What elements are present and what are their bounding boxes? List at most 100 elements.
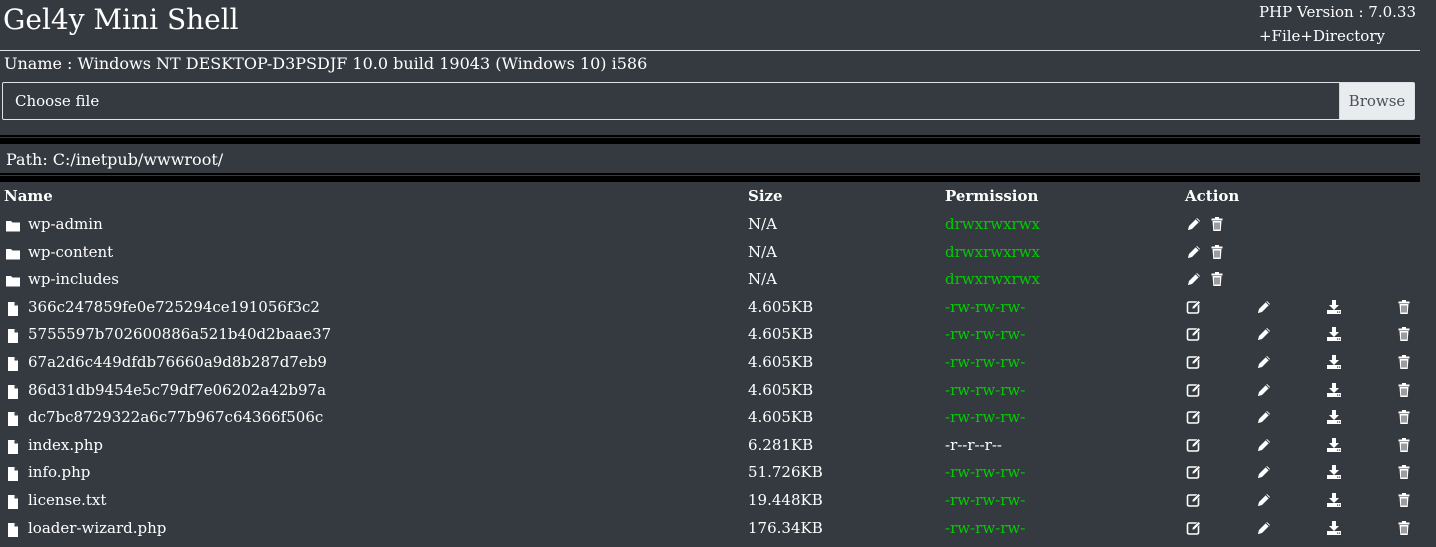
rename-icon[interactable]: [1186, 244, 1202, 260]
directory-link[interactable]: wp-admin: [28, 210, 103, 238]
delete-icon[interactable]: [1209, 271, 1225, 287]
rename-icon[interactable]: [1256, 409, 1272, 425]
rename-icon[interactable]: [1256, 520, 1272, 536]
download-icon[interactable]: [1326, 326, 1342, 342]
file-link[interactable]: 67a2d6c449dfdb76660a9d8b287d7eb9: [28, 348, 327, 376]
download-icon[interactable]: [1326, 492, 1342, 508]
header-name: Name: [4, 187, 53, 205]
file-link[interactable]: loader-wizard.php: [28, 514, 166, 542]
header-permission: Permission: [945, 187, 1039, 205]
delete-icon[interactable]: [1396, 409, 1412, 425]
edit-icon[interactable]: [1186, 464, 1202, 480]
rename-icon[interactable]: [1256, 464, 1272, 480]
uname-info: Uname : Windows NT DESKTOP-D3PSDJF 10.0 …: [4, 54, 648, 73]
rename-icon[interactable]: [1256, 299, 1272, 315]
size-cell: N/A: [748, 270, 778, 289]
directory-link[interactable]: wp-content: [28, 238, 113, 266]
edit-icon[interactable]: [1186, 409, 1202, 425]
delete-icon[interactable]: [1209, 244, 1225, 260]
size-cell: 4.605KB: [748, 297, 814, 316]
size-cell: N/A: [748, 215, 778, 233]
edit-icon[interactable]: [1186, 520, 1202, 536]
file-icon: [5, 491, 21, 509]
download-icon[interactable]: [1326, 299, 1342, 315]
size-cell: 176.34KB: [748, 518, 823, 537]
download-icon[interactable]: [1326, 437, 1342, 453]
file-link[interactable]: info.php: [28, 458, 90, 486]
permission-cell: -rw-rw-rw-: [945, 490, 1026, 509]
browse-button[interactable]: Browse: [1339, 83, 1414, 119]
header-meta: PHP Version : 7.0.33 +File+Directory: [1259, 0, 1416, 48]
permission-cell: -rw-rw-rw-: [945, 463, 1026, 482]
table-row: 86d31db9454e5c79df7e06202a42b97a 4.605KB -…: [0, 376, 1420, 404]
permission-cell: drwxrwxrwx: [945, 242, 1041, 261]
permission-cell: drwxrwxrwx: [945, 215, 1041, 233]
file-table: Name Size Permission Action wp-admin N/A d…: [0, 182, 1420, 541]
size-cell: 4.605KB: [748, 325, 814, 344]
file-link[interactable]: license.txt: [28, 486, 106, 514]
rename-icon[interactable]: [1256, 382, 1272, 398]
delete-icon[interactable]: [1396, 382, 1412, 398]
table-body: wp-admin N/A drwxrwxrwx wp-content N/A drwxrw…: [0, 210, 1420, 541]
download-icon[interactable]: [1326, 409, 1342, 425]
edit-icon[interactable]: [1186, 492, 1202, 508]
file-link[interactable]: 366c247859fe0e725294ce191056f3c2: [28, 293, 320, 321]
rename-icon[interactable]: [1256, 492, 1272, 508]
delete-icon[interactable]: [1396, 437, 1412, 453]
download-icon[interactable]: [1326, 464, 1342, 480]
permission-cell: -rw-rw-rw-: [945, 325, 1026, 344]
directory-link[interactable]: wp-includes: [28, 265, 119, 293]
table-header: Name Size Permission Action: [0, 182, 1420, 210]
file-icon: [5, 353, 21, 371]
delete-icon[interactable]: [1396, 354, 1412, 370]
table-row: 5755597b702600886a521b40d2baae37 4.605KB -…: [0, 320, 1420, 348]
new-file-directory-link[interactable]: +File+Directory: [1259, 24, 1416, 48]
edit-icon[interactable]: [1186, 437, 1202, 453]
rename-icon[interactable]: [1256, 326, 1272, 342]
delete-icon[interactable]: [1396, 520, 1412, 536]
file-link[interactable]: index.php: [28, 431, 103, 459]
divider-line: [0, 175, 1420, 176]
download-icon[interactable]: [1326, 520, 1342, 536]
permission-cell: drwxrwxrwx: [945, 270, 1041, 289]
divider-line: [0, 137, 1420, 138]
edit-icon[interactable]: [1186, 382, 1202, 398]
table-row: wp-admin N/A drwxrwxrwx: [0, 210, 1420, 238]
permission-cell: -rw-rw-rw-: [945, 408, 1026, 427]
rename-icon[interactable]: [1186, 216, 1202, 232]
file-link[interactable]: dc7bc8729322a6c77b967c64366f506c: [28, 403, 323, 431]
file-icon: [5, 436, 21, 454]
choose-file-label: Choose file: [15, 92, 100, 110]
file-upload-input[interactable]: Choose file Browse: [2, 82, 1415, 120]
file-icon: [5, 408, 21, 427]
delete-icon[interactable]: [1396, 492, 1412, 508]
file-icon: [5, 325, 21, 344]
table-row: info.php 51.726KB -rw-rw-rw-: [0, 458, 1420, 486]
permission-cell: -rw-rw-rw-: [945, 352, 1026, 371]
edit-icon[interactable]: [1186, 326, 1202, 342]
rename-icon[interactable]: [1186, 271, 1202, 287]
file-link[interactable]: 5755597b702600886a521b40d2baae37: [28, 320, 331, 348]
size-cell: 4.605KB: [748, 352, 814, 371]
rename-icon[interactable]: [1256, 354, 1272, 370]
size-cell: 19.448KB: [748, 490, 823, 509]
size-cell: N/A: [748, 242, 778, 261]
size-cell: 4.605KB: [748, 408, 814, 427]
download-icon[interactable]: [1326, 382, 1342, 398]
edit-icon[interactable]: [1186, 299, 1202, 315]
edit-icon[interactable]: [1186, 354, 1202, 370]
folder-icon: [5, 215, 21, 232]
permission-cell: -rw-rw-rw-: [945, 518, 1026, 537]
header-action: Action: [1185, 187, 1240, 205]
delete-icon[interactable]: [1209, 216, 1225, 232]
download-icon[interactable]: [1326, 354, 1342, 370]
delete-icon[interactable]: [1396, 299, 1412, 315]
rename-icon[interactable]: [1256, 437, 1272, 453]
delete-icon[interactable]: [1396, 326, 1412, 342]
page-title: Gel4y Mini Shell: [3, 3, 239, 36]
folder-icon: [5, 270, 21, 287]
file-link[interactable]: 86d31db9454e5c79df7e06202a42b97a: [28, 376, 326, 404]
permission-cell: -r--r--r--: [945, 435, 1002, 454]
folder-icon: [5, 243, 21, 260]
delete-icon[interactable]: [1396, 464, 1412, 480]
